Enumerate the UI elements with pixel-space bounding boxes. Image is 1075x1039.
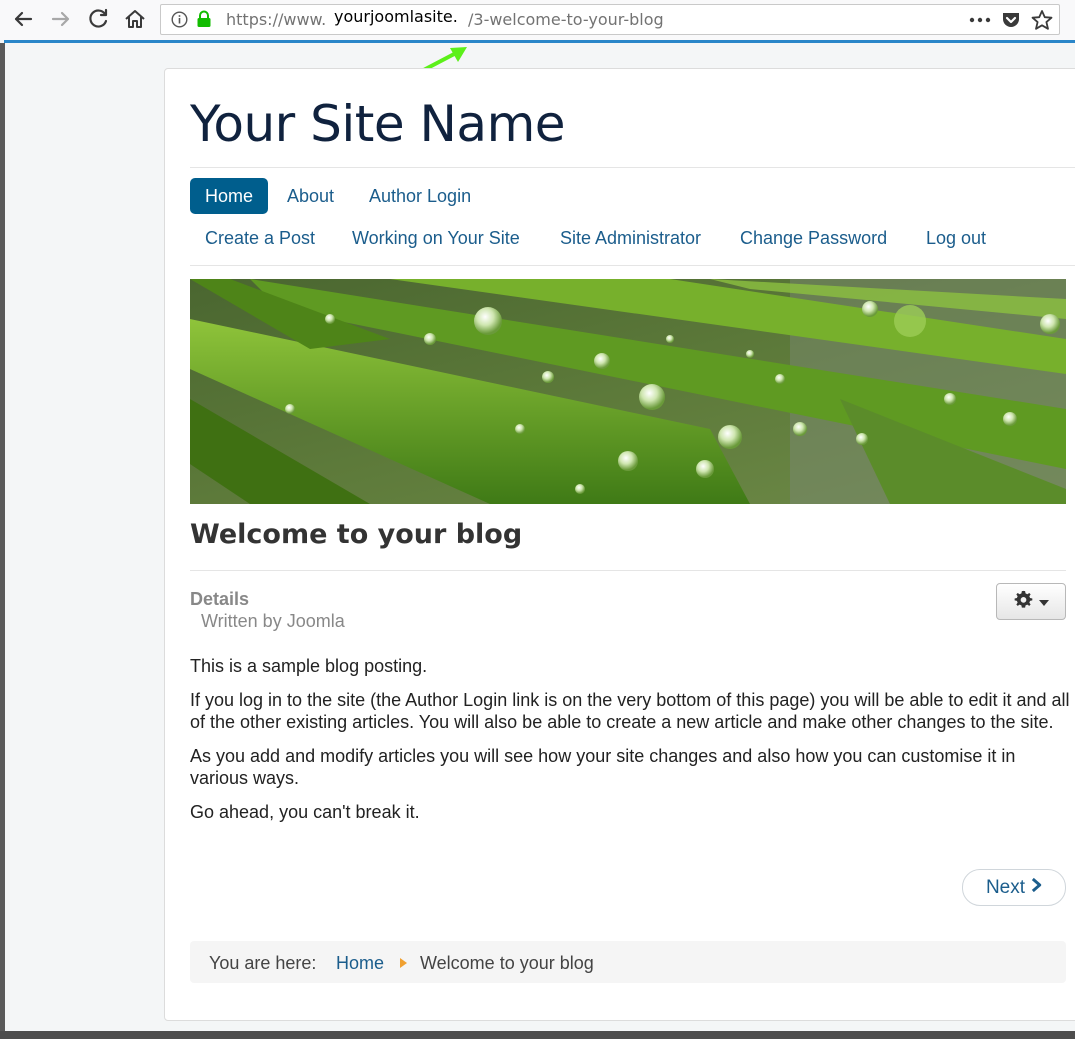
article-paragraph: Go ahead, you can't break it.	[190, 801, 420, 822]
url-prefix: https://www.	[226, 10, 327, 29]
lock-icon[interactable]	[196, 10, 212, 28]
menu-item-home[interactable]: Home	[190, 178, 269, 214]
home-icon[interactable]	[122, 6, 148, 32]
more-actions-icon[interactable]	[969, 16, 991, 24]
chevron-right-icon	[1031, 877, 1042, 899]
article-paragraph: This is a sample blog posting.	[190, 656, 428, 676]
menu-item-log-out[interactable]: Log out	[911, 220, 1001, 256]
url-suffix: /3-welcome-to-your-blog	[468, 10, 664, 29]
url-annotation-label: yourjoomlasite.	[331, 6, 461, 28]
forward-arrow-icon[interactable]	[48, 6, 74, 32]
divider	[190, 167, 1075, 168]
page-container: Your Site Name Home About Author Login C…	[164, 68, 1075, 1021]
menu-item-create-a-post[interactable]: Create a Post	[190, 220, 330, 256]
window-bottom-border	[0, 1031, 1075, 1039]
caret-down-icon	[1038, 593, 1049, 611]
header-banner-image	[190, 279, 1066, 504]
next-article-button[interactable]: Next	[962, 869, 1066, 906]
pocket-icon[interactable]	[1001, 10, 1021, 30]
url-actions	[969, 9, 1053, 31]
breadcrumb: You are here: Home Welcome to your blog	[190, 941, 1066, 983]
breadcrumb-separator-icon	[400, 958, 407, 968]
site-title[interactable]: Your Site Name	[190, 95, 566, 153]
article-paragraph: As you add and modify articles you will …	[190, 745, 1016, 789]
article-title: Welcome to your blog	[190, 519, 523, 550]
breadcrumb-current: Welcome to your blog	[420, 953, 594, 973]
browser-toolbar: https://www. /3-welcome-to-your-blog you…	[0, 0, 1075, 40]
article-author: Written by Joomla	[201, 611, 345, 631]
divider	[190, 570, 1066, 571]
article-tools-button[interactable]	[996, 583, 1066, 620]
next-label: Next	[985, 876, 1026, 898]
menu-item-working-on-your-site[interactable]: Working on Your Site	[337, 220, 535, 256]
info-icon[interactable]	[171, 11, 188, 28]
article-body: This is a sample blog posting. If you lo…	[190, 655, 1070, 834]
bookmark-star-icon[interactable]	[1031, 9, 1053, 31]
gear-icon	[1014, 590, 1033, 614]
divider	[190, 265, 1075, 266]
reload-icon[interactable]	[86, 6, 112, 32]
back-arrow-icon[interactable]	[10, 6, 36, 32]
address-bar[interactable]: https://www. /3-welcome-to-your-blog	[160, 4, 1060, 35]
article-paragraph: If you log in to the site (the Author Lo…	[190, 689, 1070, 733]
window-left-border	[0, 43, 5, 1039]
menu-item-author-login[interactable]: Author Login	[354, 178, 486, 214]
menu-item-site-administrator[interactable]: Site Administrator	[545, 220, 716, 256]
toolbar-divider	[4, 40, 1075, 43]
menu-item-change-password[interactable]: Change Password	[725, 220, 902, 256]
menu-item-about[interactable]: About	[272, 178, 349, 214]
breadcrumb-label: You are here:	[209, 953, 317, 973]
details-label: Details	[190, 589, 250, 609]
breadcrumb-home-link[interactable]: Home	[336, 953, 384, 974]
